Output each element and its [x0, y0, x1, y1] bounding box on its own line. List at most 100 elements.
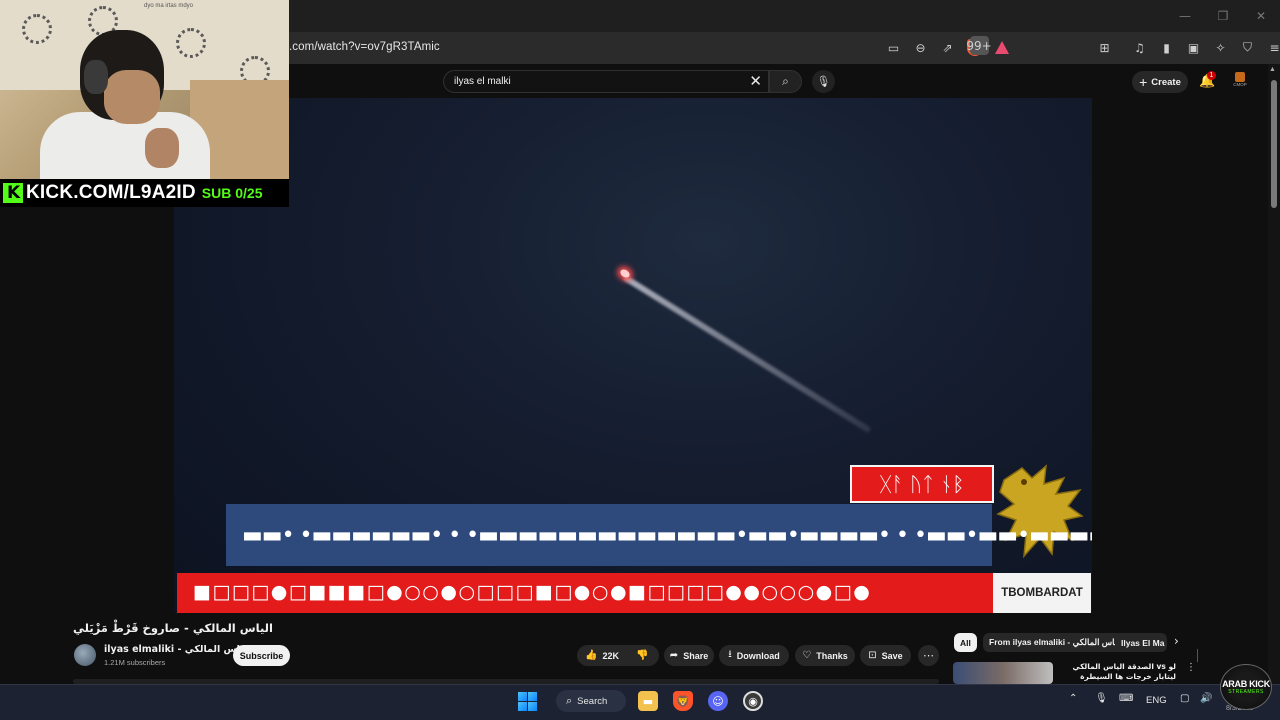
- kick-logo-icon: [3, 183, 23, 203]
- subscribe-button[interactable]: Subscribe: [233, 645, 290, 666]
- webcam-overlay: dyo ma irtas mdyo: [0, 0, 289, 179]
- file-explorer-icon[interactable]: ▬: [638, 691, 658, 711]
- chevron-right-icon[interactable]: ›: [1174, 634, 1179, 648]
- close-window-icon[interactable]: ✕: [1242, 0, 1280, 32]
- media-icon[interactable]: ♫: [1130, 38, 1149, 57]
- arab-kick-streamers-logo: ARAB KICK STREAMERS: [1220, 664, 1272, 710]
- wall-pattern: [22, 14, 52, 44]
- save-label: Save: [881, 650, 903, 661]
- chip-ilyas[interactable]: Ilyas El Ma: [1115, 633, 1167, 652]
- wall-pattern: [176, 28, 206, 58]
- sidebar-icon[interactable]: ▮: [1157, 38, 1176, 57]
- url-text[interactable]: .com/watch?v=ov7gR3TAmic: [289, 41, 440, 53]
- share-label: Share: [683, 650, 709, 661]
- thanks-button[interactable]: ♡ Thanks: [795, 645, 855, 666]
- tray-overflow-icon[interactable]: ⌃: [1069, 693, 1077, 704]
- chip-from-channel[interactable]: From ilyas elmaliki - الياس المالكي: [983, 633, 1129, 652]
- brave-shields-icon[interactable]: 99+: [965, 36, 992, 57]
- vpn-icon[interactable]: ⛉: [1238, 38, 1257, 57]
- create-label: Create: [1151, 76, 1181, 88]
- start-icon[interactable]: [518, 692, 537, 711]
- like-dislike-group: 👍 22K 👎: [577, 645, 1198, 666]
- menu-icon[interactable]: ≡: [1265, 38, 1280, 57]
- search-input[interactable]: ilyas el malki ✕: [443, 70, 769, 93]
- discord-icon[interactable]: ☺: [708, 691, 728, 711]
- create-button[interactable]: + Create: [1132, 71, 1188, 93]
- camera-text: dyo ma irtas mdyo: [144, 3, 194, 9]
- kick-url: KICK.COM/L9A2ID: [26, 182, 196, 203]
- streamer-face: [104, 70, 160, 124]
- avatar-text: CMOP: [1233, 82, 1247, 87]
- channel-avatar[interactable]: [74, 644, 96, 666]
- brave-browser-icon[interactable]: 🦁: [673, 691, 693, 711]
- obs-icon[interactable]: ◉: [743, 691, 763, 711]
- wallet-icon[interactable]: ▣: [1184, 38, 1203, 57]
- clear-search-icon[interactable]: ✕: [749, 72, 762, 90]
- download-button[interactable]: ⭳ Download: [719, 645, 789, 666]
- glyph-text: ■□□□●□■■■□●○○●○□□□■□●○●■□□□□●●○○○●□●: [193, 581, 872, 603]
- channel-name-text: ilyas elmaliki - الياس المالكي: [104, 644, 251, 655]
- avatar-image: [1235, 72, 1245, 82]
- share-button[interactable]: ➦ Share: [664, 645, 714, 666]
- thanks-icon: ♡: [802, 650, 812, 661]
- search-icon: ⌕: [782, 74, 789, 88]
- window-controls: — ❐ ✕: [1166, 0, 1280, 32]
- taskbar-search-icon: ⌕: [566, 694, 573, 707]
- screen: — ❐ ✕ .com/watch?v=ov7gR3TAmic ▭ ⊖ ⇗ 99+…: [0, 0, 1280, 720]
- mic-icon: 🎙: [816, 75, 831, 88]
- like-count[interactable]: 22K: [602, 651, 619, 661]
- address-bar-icons: ▭ ⊖ ⇗ 99+: [884, 36, 1011, 57]
- kick-banner: KICK.COM/L9A2ID SUB 0/25: [0, 179, 289, 207]
- morse-panel: ▬▬• •▬▬▬▬▬▬• • •▬▬▬▬▬▬▬▬▬▬▬▬▬•▬▬•▬▬▬▬• •…: [226, 504, 1092, 566]
- notification-badge: 1: [1207, 71, 1216, 80]
- streamer-hand: [145, 128, 179, 168]
- voice-search-button[interactable]: 🎙: [812, 70, 835, 93]
- minimize-icon[interactable]: —: [1166, 0, 1204, 32]
- video-player[interactable]: ᚷᚨ ᚢᛏ ᚾᛒ ▬▬• •▬▬▬▬▬▬• • •▬▬▬▬▬▬▬▬▬▬▬▬▬•▬…: [174, 98, 1092, 613]
- video-title: الياس المالكي - صاروخ قَرْطْ مَزْيَلي: [73, 621, 273, 635]
- cast-icon[interactable]: ▭: [884, 38, 903, 57]
- keyboard-icon[interactable]: ⌨: [1119, 693, 1133, 704]
- zoom-icon[interactable]: ⊖: [911, 38, 930, 57]
- save-button[interactable]: ⊡ Save: [860, 645, 911, 666]
- sub-goal: SUB 0/25: [201, 185, 263, 201]
- scroll-up-icon[interactable]: ▲: [1269, 66, 1276, 73]
- morse-text: ▬▬• •▬▬▬▬▬▬• • •▬▬▬▬▬▬▬▬▬▬▬▬▬•▬▬•▬▬▬▬• •…: [242, 523, 1092, 548]
- account-avatar[interactable]: CMOP: [1232, 72, 1248, 92]
- restore-icon[interactable]: ❐: [1204, 0, 1242, 32]
- scrollbar-thumb[interactable]: [1271, 80, 1277, 208]
- like-divider: [1197, 649, 1198, 662]
- logo-line1: ARAB KICK: [1222, 679, 1270, 689]
- taskbar-search[interactable]: ⌕ Search: [556, 690, 626, 712]
- subscriber-count: 1.21M subscribers: [104, 658, 166, 667]
- chip-all[interactable]: All: [954, 633, 977, 652]
- tray-mic-icon[interactable]: 🎙: [1095, 693, 1108, 704]
- download-icon: ⭳: [728, 649, 732, 660]
- recommended-thumbnail[interactable]: [953, 662, 1053, 684]
- toolbar-icons: ⊞ ♫ ▮ ▣ ✧ ⛉ ≡: [1095, 38, 1280, 57]
- language-indicator[interactable]: ENG: [1146, 695, 1167, 706]
- thanks-label: Thanks: [816, 650, 848, 661]
- save-icon: ⊡: [868, 650, 877, 661]
- red-title-tag: ᚷᚨ ᚢᛏ ᚾᛒ: [850, 465, 994, 503]
- like-icon[interactable]: 👍: [585, 650, 597, 661]
- network-icon[interactable]: ▢: [1180, 693, 1189, 704]
- download-label: Download: [736, 650, 780, 661]
- headset-icon: [84, 60, 108, 94]
- taskbar-search-label: Search: [577, 695, 608, 707]
- more-actions-button[interactable]: ⋯: [918, 645, 939, 666]
- dislike-icon[interactable]: 👎: [636, 650, 648, 661]
- recommended-menu-icon[interactable]: ⋮: [1186, 662, 1196, 673]
- brave-rewards-icon[interactable]: [992, 38, 1011, 57]
- search-button[interactable]: ⌕: [769, 70, 802, 93]
- leo-ai-icon[interactable]: ✧: [1211, 38, 1230, 57]
- share-page-icon[interactable]: ⇗: [938, 38, 957, 57]
- missile-trail: [622, 274, 872, 434]
- search-input-value: ilyas el malki: [454, 76, 511, 87]
- brave-badge: 99+: [966, 36, 992, 55]
- recommended-title[interactable]: الصدقة الياس المالكي vs لو ليتابار خرجات…: [1058, 662, 1176, 684]
- volume-icon[interactable]: 🔊: [1200, 693, 1212, 704]
- caption-label: TBOMBARDAT: [993, 573, 1091, 613]
- tab-search-icon[interactable]: ⊞: [1095, 38, 1114, 57]
- share-icon: ➦: [669, 650, 679, 661]
